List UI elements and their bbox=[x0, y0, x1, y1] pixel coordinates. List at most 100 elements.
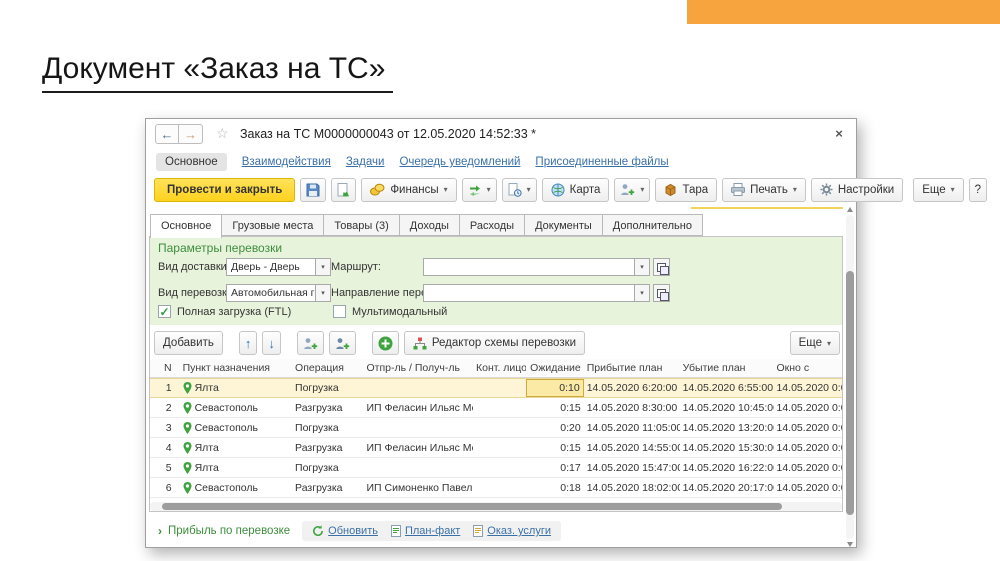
table-row[interactable]: 1 Ялта Погрузка 0:10 14.05.2020 6:20:00 … bbox=[150, 378, 842, 398]
save-button[interactable] bbox=[300, 178, 326, 202]
multimodal-checkbox[interactable]: Мультимодальный bbox=[333, 305, 447, 318]
cell-departure[interactable]: 14.05.2020 10:45:00 bbox=[680, 402, 774, 414]
chevron-down-icon[interactable]: ▾ bbox=[635, 258, 650, 276]
cell-sender[interactable]: ИП Симоненко Павел И... bbox=[364, 482, 474, 494]
direction-value[interactable] bbox=[423, 284, 635, 302]
col-operation[interactable]: Операция bbox=[292, 359, 363, 377]
cell-waiting[interactable]: 0:18 bbox=[526, 482, 584, 494]
tab-goods[interactable]: Товары (3) bbox=[323, 214, 399, 236]
cell-departure[interactable]: 14.05.2020 20:17:00 bbox=[680, 482, 774, 494]
delivery-type-value[interactable]: Дверь - Дверь bbox=[226, 258, 316, 276]
cell-operation[interactable]: Разгрузка bbox=[292, 442, 363, 454]
table-row[interactable]: 4 Ялта Разгрузка ИП Феласин Ильяс Мех...… bbox=[150, 438, 842, 458]
cell-waiting-focused[interactable]: 0:10 bbox=[526, 379, 584, 397]
table-row[interactable]: 5 Ялта Погрузка 0:17 14.05.2020 15:47:00… bbox=[150, 458, 842, 478]
tab-main[interactable]: Основное bbox=[150, 214, 222, 238]
close-button[interactable]: × bbox=[830, 124, 848, 142]
cell-window-from[interactable]: 14.05.2020 0:00: bbox=[774, 402, 843, 414]
col-sender[interactable]: Отпр-ль / Получ-ль bbox=[364, 359, 474, 377]
table-row[interactable]: 3 Севастополь Погрузка 0:20 14.05.2020 1… bbox=[150, 418, 842, 438]
delivery-type-combo[interactable]: Дверь - Дверь ▾ bbox=[226, 258, 331, 276]
post-document-button[interactable] bbox=[331, 178, 356, 202]
table-more-button[interactable]: Еще ▾ bbox=[790, 331, 840, 355]
tab-documents[interactable]: Документы bbox=[524, 214, 603, 236]
vertical-scrollbar[interactable] bbox=[846, 215, 854, 539]
cell-operation[interactable]: Погрузка bbox=[292, 422, 363, 434]
tab-expenses[interactable]: Расходы bbox=[459, 214, 525, 236]
add-sender-button[interactable] bbox=[297, 331, 324, 355]
col-contact[interactable]: Конт. лицо bbox=[473, 359, 526, 377]
scrollbar-thumb[interactable] bbox=[846, 271, 854, 515]
help-button[interactable]: ? bbox=[969, 178, 987, 202]
cell-departure[interactable]: 14.05.2020 16:22:00 bbox=[680, 462, 774, 474]
cell-sender[interactable]: ИП Феласин Ильяс Мех... bbox=[364, 442, 474, 454]
cell-waiting[interactable]: 0:17 bbox=[526, 462, 584, 474]
cell-window-from[interactable]: 14.05.2020 0:00: bbox=[773, 382, 842, 394]
nav-link-tasks[interactable]: Задачи bbox=[346, 156, 385, 168]
tab-cargo-places[interactable]: Грузовые места bbox=[221, 214, 324, 236]
cell-departure[interactable]: 14.05.2020 6:55:00 bbox=[680, 382, 774, 394]
cell-waiting[interactable]: 0:15 bbox=[526, 442, 584, 454]
cell-point[interactable]: Ялта bbox=[180, 462, 292, 474]
cell-window-from[interactable]: 14.05.2020 0:00: bbox=[774, 462, 843, 474]
tab-additional[interactable]: Дополнительно bbox=[602, 214, 703, 236]
cell-n[interactable]: 5 bbox=[150, 462, 180, 474]
col-departure-plan[interactable]: Убытие план bbox=[680, 359, 774, 377]
col-waiting[interactable]: Ожидание bbox=[526, 359, 584, 377]
cell-operation[interactable]: Погрузка bbox=[292, 462, 363, 474]
cell-departure[interactable]: 14.05.2020 13:20:00 bbox=[680, 422, 774, 434]
print-button[interactable]: Печать ▾ bbox=[722, 178, 806, 202]
checkbox-empty-icon[interactable] bbox=[333, 305, 346, 318]
cell-arrival[interactable]: 14.05.2020 8:30:00 bbox=[584, 402, 680, 414]
settings-button[interactable]: Настройки bbox=[811, 178, 903, 202]
cell-n[interactable]: 4 bbox=[150, 442, 180, 454]
back-button[interactable]: ← bbox=[155, 124, 179, 144]
open-direction-button[interactable] bbox=[653, 284, 670, 302]
scroll-down-icon[interactable] bbox=[847, 542, 853, 547]
refresh-link[interactable]: Обновить bbox=[312, 525, 378, 537]
cell-arrival[interactable]: 14.05.2020 18:02:00 bbox=[584, 482, 680, 494]
forward-button[interactable]: → bbox=[179, 124, 203, 144]
direction-combo[interactable]: ▾ bbox=[423, 284, 670, 302]
plan-fact-link[interactable]: План-факт bbox=[391, 525, 460, 537]
col-window-from[interactable]: Окно с bbox=[774, 359, 843, 377]
route-combo[interactable]: ▾ bbox=[423, 258, 670, 276]
cell-operation[interactable]: Разгрузка bbox=[292, 402, 363, 414]
cell-n[interactable]: 6 bbox=[150, 482, 180, 494]
post-and-close-button[interactable]: Провести и закрыть bbox=[154, 178, 295, 202]
cell-point[interactable]: Севастополь bbox=[180, 422, 292, 434]
add-point-button[interactable] bbox=[372, 331, 399, 355]
nav-link-interactions[interactable]: Взаимодействия bbox=[242, 156, 331, 168]
cell-n[interactable]: 1 bbox=[150, 382, 180, 394]
table-row[interactable]: 6 Севастополь Разгрузка ИП Симоненко Пав… bbox=[150, 478, 842, 498]
cell-window-from[interactable]: 14.05.2020 0:00: bbox=[774, 482, 843, 494]
cell-waiting[interactable]: 0:15 bbox=[526, 402, 584, 414]
services-link[interactable]: Оказ. услуги bbox=[473, 525, 551, 537]
cell-n[interactable]: 3 bbox=[150, 422, 180, 434]
transport-type-value[interactable]: Автомобильная грузовая bbox=[226, 284, 316, 302]
more-button[interactable]: Еще ▾ bbox=[913, 178, 963, 202]
chevron-down-icon[interactable]: ▾ bbox=[316, 258, 331, 276]
col-arrival-plan[interactable]: Прибытие план bbox=[584, 359, 680, 377]
cell-departure[interactable]: 14.05.2020 15:30:00 bbox=[680, 442, 774, 454]
profit-expander[interactable]: › Прибыль по перевозке bbox=[158, 524, 290, 538]
scroll-up-icon[interactable] bbox=[847, 207, 853, 212]
related-actions-button[interactable]: ▾ bbox=[462, 178, 497, 202]
cell-waiting[interactable]: 0:20 bbox=[526, 422, 584, 434]
scrollbar-thumb[interactable] bbox=[162, 503, 782, 510]
chevron-down-icon[interactable]: ▾ bbox=[635, 284, 650, 302]
chevron-down-icon[interactable]: ▾ bbox=[316, 284, 331, 302]
cell-point[interactable]: Севастополь bbox=[180, 402, 292, 414]
nav-link-attached-files[interactable]: Присоединенные файлы bbox=[535, 156, 668, 168]
cell-arrival[interactable]: 14.05.2020 6:20:00 bbox=[584, 382, 680, 394]
route-scheme-editor-button[interactable]: Редактор схемы перевозки bbox=[404, 331, 585, 355]
map-button[interactable]: Карта bbox=[542, 178, 610, 202]
cell-operation[interactable]: Погрузка bbox=[292, 382, 363, 394]
cell-point[interactable]: Ялта bbox=[180, 382, 292, 394]
move-up-button[interactable]: ↑ bbox=[239, 331, 258, 355]
ftl-checkbox[interactable]: ✓ Полная загрузка (FTL) bbox=[158, 305, 291, 318]
contact-persons-button[interactable]: ▾ bbox=[614, 178, 650, 202]
cell-arrival[interactable]: 14.05.2020 11:05:00 bbox=[584, 422, 680, 434]
document-history-button[interactable]: ▾ bbox=[502, 178, 537, 202]
add-row-button[interactable]: Добавить bbox=[154, 331, 223, 355]
